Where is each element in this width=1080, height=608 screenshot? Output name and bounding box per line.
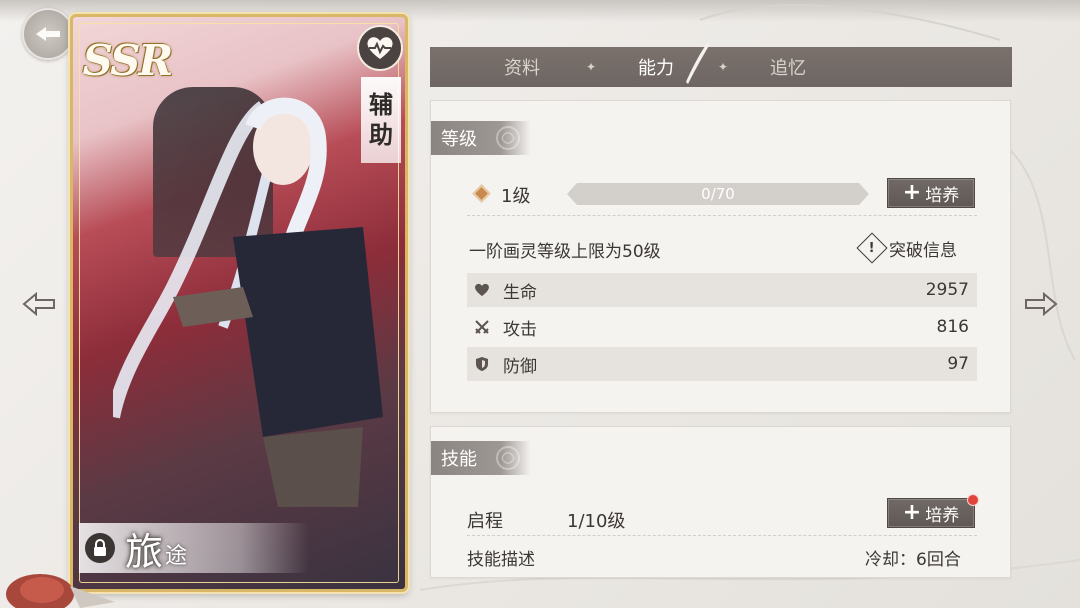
skill-level: 1/10级 [567,511,626,532]
skill-description-label[interactable]: 技能描述 [467,545,535,570]
divider [467,215,977,216]
role-label: 辅 助 [361,77,401,163]
stat-attack-label: 攻击 [503,319,537,340]
plus-icon: + [902,500,922,525]
experience-text: 0/70 [701,185,735,203]
heart-icon [473,281,491,299]
heartbeat-icon [367,37,393,59]
next-character-button[interactable] [1024,287,1058,321]
tab-memories-label: 追忆 [770,58,806,79]
crossed-swords-icon [473,318,491,336]
level-train-button[interactable]: + 培养 [887,178,975,208]
back-arrow-icon [36,27,60,41]
role-char-1: 辅 [369,91,393,119]
padlock-glyph [94,539,106,556]
character-name-main: 旅 [125,529,164,574]
character-card[interactable]: SSR 辅 助 旅 途 [70,14,408,592]
breakthrough-info-button[interactable]: ! 突破信息 [856,232,957,264]
tab-profile-label: 资料 [504,58,540,79]
level-panel: 等级 1级 0/70 + 培养 一阶画灵等级上限为50级 ! 突破信息 生命 2… [430,100,1011,413]
skill-section-title: 技能 [441,449,477,470]
rose-decoration [6,574,115,608]
tab-memories[interactable]: 追忆 [728,47,848,87]
exclamation-diamond-icon: ! [856,232,888,264]
level-value: 1级 [501,186,531,207]
level-train-label: 培养 [925,185,960,206]
stat-hp-label: 生命 [503,282,537,303]
previous-character-button[interactable] [22,287,56,321]
stat-defense-value: 97 [947,354,969,374]
tab-profile[interactable]: 资料 [462,47,582,87]
role-char-2: 助 [369,121,393,149]
level-cap-text: 一阶画灵等级上限为50级 [469,242,661,262]
skill-name: 启程 [467,511,503,532]
skill-cooldown: 冷却：6回合 [865,550,961,570]
arrow-right-icon [1025,292,1058,316]
stat-hp-value: 2957 [925,280,969,300]
rarity-badge: SSR [82,35,174,85]
stat-row-attack: 攻击 816 [467,310,977,344]
plus-icon: + [902,180,922,205]
card-gold-frame [79,23,399,583]
level-section-title: 等级 [441,129,477,150]
divider [467,535,977,536]
character-name-sub: 途 [165,544,188,569]
stat-defense-label: 防御 [503,356,537,377]
notification-dot [967,494,979,506]
role-icon-badge [357,25,403,71]
rose-watermark-icon [496,446,520,470]
breakthrough-info-label: 突破信息 [889,240,957,261]
skill-train-label: 培养 [925,505,960,526]
stat-row-defense: 防御 97 [467,347,977,381]
rose-watermark-icon [496,126,520,150]
stat-row-hp: 生命 2957 [467,273,977,307]
level-diamond-icon [472,184,491,203]
quill-pen-icon [686,42,710,84]
arrow-left-icon [22,292,55,316]
shield-icon [473,355,491,373]
tab-ability-label: 能力 [638,58,674,79]
skill-panel: 技能 启程 1/10级 + 培养 技能描述 冷却：6回合 [430,426,1011,578]
skill-train-button[interactable]: + 培养 [887,498,975,528]
stat-attack-value: 816 [936,317,969,337]
back-button[interactable] [22,8,74,60]
